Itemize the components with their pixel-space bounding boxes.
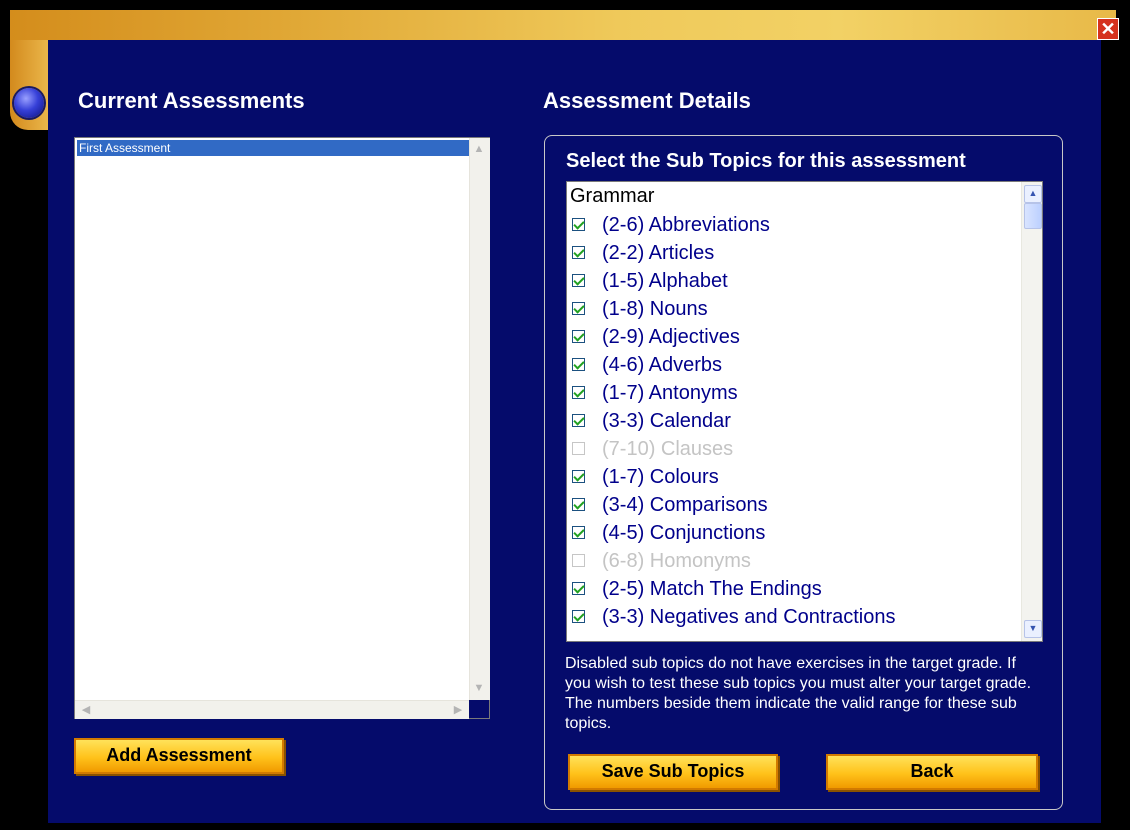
checkbox-checked-icon[interactable] xyxy=(572,610,585,623)
checkbox-checked-icon[interactable] xyxy=(572,274,585,287)
scrollbar-thumb[interactable] xyxy=(1024,203,1042,229)
topic-row[interactable]: (1-5) Alphabet xyxy=(570,268,1020,296)
checkbox-checked-icon[interactable] xyxy=(572,218,585,231)
assessment-list-horizontal-scrollbar[interactable]: ◀ ▶ xyxy=(75,700,469,719)
topic-row[interactable]: (1-7) Colours xyxy=(570,464,1020,492)
assessment-details-heading: Assessment Details xyxy=(543,88,751,113)
back-button[interactable]: Back xyxy=(826,754,1038,790)
topic-label: (1-7) Antonyms xyxy=(602,382,738,404)
topic-row[interactable]: (3-3) Calendar xyxy=(570,408,1020,436)
scrollbar-corner xyxy=(469,700,489,718)
topic-row[interactable]: (2-5) Match The Endings xyxy=(570,576,1020,604)
scroll-down-icon[interactable]: ▼ xyxy=(1024,620,1042,638)
topic-label: (2-6) Abbreviations xyxy=(602,214,770,236)
sub-topic-list-scrollbar[interactable]: ▲ ▼ xyxy=(1021,182,1042,641)
topic-row[interactable]: (3-3) Negatives and Contractions xyxy=(570,604,1020,632)
topic-label: (2-9) Adjectives xyxy=(602,326,740,348)
assessment-list-item[interactable]: First Assessment xyxy=(77,140,469,156)
assessment-list-vertical-scrollbar[interactable]: ▲ ▼ xyxy=(469,138,490,700)
scroll-right-icon[interactable]: ▶ xyxy=(449,701,467,719)
group-label: Grammar xyxy=(570,185,655,207)
checkbox-unchecked-icon xyxy=(572,442,585,455)
topic-row[interactable]: (2-9) Adjectives xyxy=(570,324,1020,352)
checkbox-checked-icon[interactable] xyxy=(572,386,585,399)
topic-label: (1-8) Nouns xyxy=(602,298,708,320)
topic-row[interactable]: (3-4) Comparisons xyxy=(570,492,1020,520)
checkbox-checked-icon[interactable] xyxy=(572,414,585,427)
topic-label: (2-5) Match The Endings xyxy=(602,578,822,600)
checkbox-unchecked-icon xyxy=(572,554,585,567)
topic-label: (1-7) Colours xyxy=(602,466,719,488)
topic-label: (1-5) Alphabet xyxy=(602,270,728,292)
topic-label: (2-2) Articles xyxy=(602,242,715,264)
topic-label: (6-8) Homonyms xyxy=(602,550,751,572)
topic-label: (7-10) Clauses xyxy=(602,438,734,460)
checkbox-checked-icon[interactable] xyxy=(572,246,585,259)
checkbox-checked-icon[interactable] xyxy=(572,498,585,511)
topic-row[interactable]: (4-5) Conjunctions xyxy=(570,520,1020,548)
checkbox-checked-icon[interactable] xyxy=(572,526,585,539)
topic-row[interactable]: (2-2) Articles xyxy=(570,240,1020,268)
topic-row: (7-10) Clauses xyxy=(570,436,1020,464)
add-assessment-button[interactable]: Add Assessment xyxy=(74,738,284,774)
topic-label: (3-3) Calendar xyxy=(602,410,731,432)
scroll-up-icon[interactable]: ▲ xyxy=(1024,185,1042,203)
title-bar xyxy=(10,10,1116,40)
topic-row: (6-8) Homonyms xyxy=(570,548,1020,576)
sub-topics-prompt: Select the Sub Topics for this assessmen… xyxy=(566,150,966,172)
topic-label: (4-6) Adverbs xyxy=(602,354,723,376)
topic-row[interactable]: (1-8) Nouns xyxy=(570,296,1020,324)
topic-row[interactable]: (1-7) Antonyms xyxy=(570,380,1020,408)
assessment-list[interactable]: First Assessment ▲ ▼ ◀ ▶ xyxy=(74,137,490,719)
topic-row[interactable]: (2-6) Abbreviations xyxy=(570,212,1020,240)
topic-label: (3-3) Negatives and Contractions xyxy=(602,606,896,628)
checkbox-checked-icon[interactable] xyxy=(572,330,585,343)
checkbox-checked-icon[interactable] xyxy=(572,302,585,315)
checkbox-checked-icon[interactable] xyxy=(572,582,585,595)
topic-label: (4-5) Conjunctions xyxy=(602,522,766,544)
sub-topic-list[interactable]: Grammar (2-6) Abbreviations (2-2) Article… xyxy=(566,181,1043,642)
orb-icon xyxy=(14,88,44,118)
save-sub-topics-button[interactable]: Save Sub Topics xyxy=(568,754,778,790)
topic-row[interactable]: (4-6) Adverbs xyxy=(570,352,1020,380)
close-button[interactable]: ✕ xyxy=(1097,18,1119,40)
current-assessments-heading: Current Assessments xyxy=(78,88,305,113)
scroll-up-icon[interactable]: ▲ xyxy=(470,140,488,158)
checkbox-checked-icon[interactable] xyxy=(572,470,585,483)
checkbox-checked-icon[interactable] xyxy=(572,358,585,371)
topic-label: (3-4) Comparisons xyxy=(602,494,768,516)
scroll-down-icon[interactable]: ▼ xyxy=(470,679,488,697)
disabled-topics-note: Disabled sub topics do not have exercise… xyxy=(565,655,1032,732)
scroll-left-icon[interactable]: ◀ xyxy=(77,701,95,719)
